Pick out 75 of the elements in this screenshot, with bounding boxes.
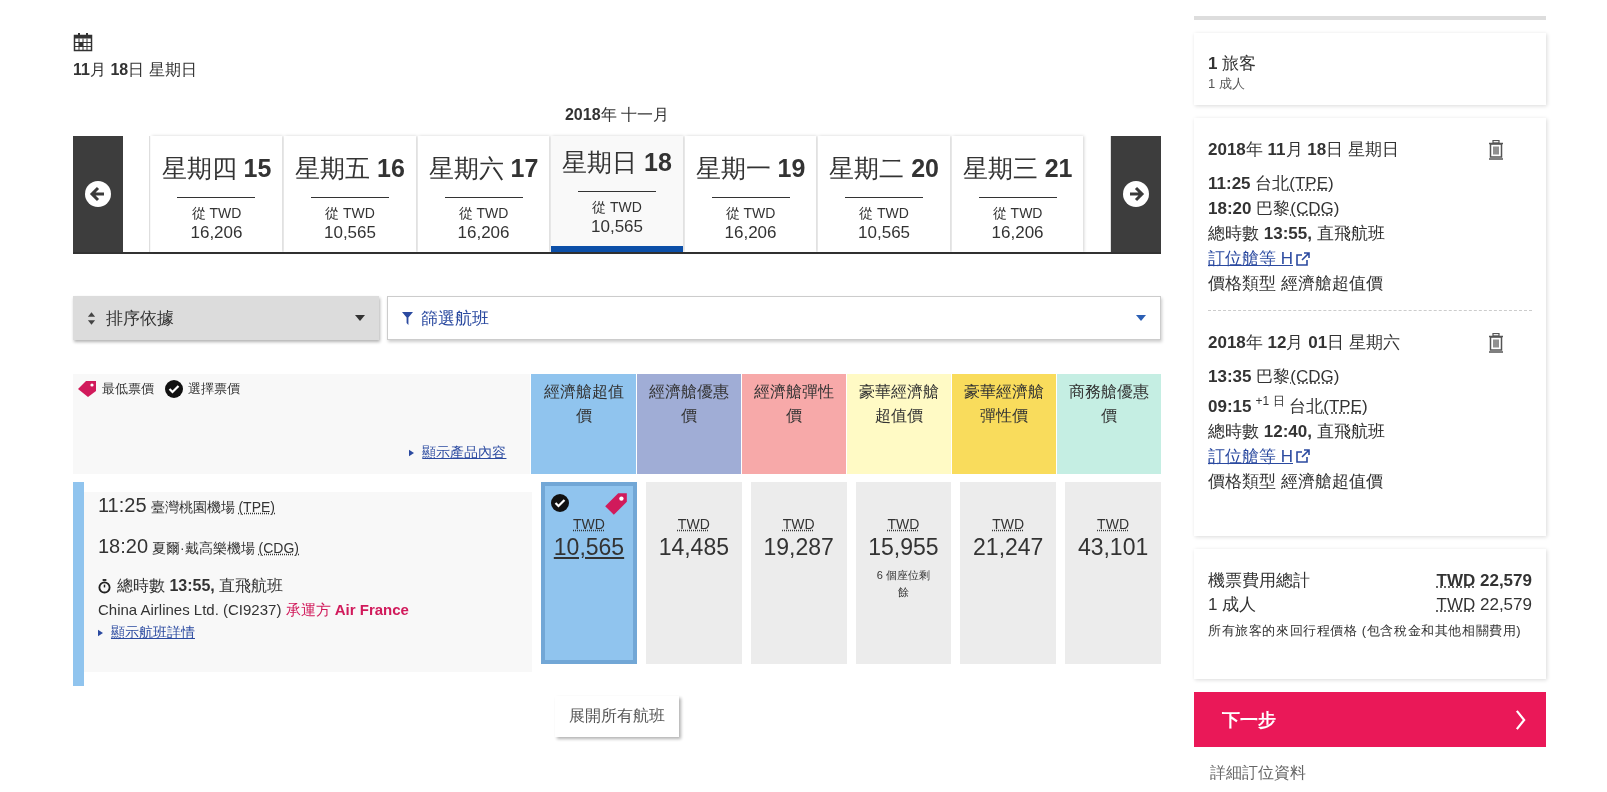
check-icon (165, 380, 183, 398)
arrival-time: 18:20 (97, 535, 149, 558)
sort-dropdown[interactable]: 排序依據 (73, 296, 379, 340)
departure-time: 11:25 (97, 494, 147, 517)
caret-icon (1136, 315, 1146, 321)
sort-icon (87, 311, 96, 325)
fare-column-header: 經濟艙彈性價 (741, 374, 846, 474)
fare-option[interactable]: TWD 15,955 6 個座位剩餘 (855, 482, 952, 664)
fare-column-header: 經濟艙優惠價 (636, 374, 741, 474)
fare-option[interactable]: TWD 43,101 (1065, 482, 1161, 664)
legend-label: 選擇票價 (188, 380, 240, 398)
fare-column-header: 豪華經濟艙彈性價 (951, 374, 1056, 474)
date-tab[interactable]: 星期二 20 從 TWD 10,565 (818, 136, 950, 252)
date-tab[interactable]: 星期四 15 從 TWD 16,206 (150, 136, 283, 252)
departure-airport: 臺灣桃園機場 (TPE) (150, 499, 275, 517)
fare-option[interactable]: TWD 10,565 (541, 482, 637, 664)
chevron-right-icon (1515, 707, 1526, 732)
booking-details-link[interactable]: 詳細訂位資料 (1194, 763, 1546, 784)
date-tab[interactable]: 星期五 16 從 TWD 10,565 (284, 136, 416, 252)
airline-name: China Airlines Ltd. (CI9237) (97, 601, 282, 618)
month-label: 2018年 十一月 (563, 105, 670, 125)
filter-dropdown[interactable]: 篩選航班 (387, 296, 1161, 340)
fare-option[interactable]: TWD 14,485 (645, 482, 742, 664)
date-tab[interactable]: 星期日 18 從 TWD 10,565 (551, 136, 683, 252)
show-product-link[interactable]: 顯示產品內容 (409, 444, 507, 462)
fare-column-header: 商務艙優惠價 (1056, 374, 1162, 474)
external-link-icon (1296, 449, 1310, 464)
fare-column-header: 豪華經濟艙超值價 (846, 374, 951, 474)
date-tab[interactable]: 星期六 17 從 TWD 16,206 (417, 136, 550, 252)
segment-date: 2018年 11月 18日 星期日 (1208, 139, 1399, 161)
selected-date: 11月 18日 星期日 (73, 60, 198, 80)
flight-details-link[interactable]: 顯示航班詳情 (97, 624, 195, 642)
previous-button[interactable] (73, 136, 123, 252)
triangle-icon (97, 629, 103, 637)
triangle-icon (409, 449, 415, 457)
flight-duration: 總時數 13:55, 直飛航班 (116, 576, 284, 596)
fare-type: 價格類型 經濟艙超值價 (1208, 470, 1384, 493)
stopwatch-icon (97, 579, 111, 594)
operated-by-label: 承運方 (285, 601, 331, 618)
booking-class-link[interactable]: 訂位艙等 H (1208, 246, 1310, 271)
passenger-detail: 1 成人 (1208, 75, 1246, 93)
fare-column-header: 經濟艙超值價 (531, 374, 636, 474)
departure-info: 13:35 巴黎(CDG) (1208, 366, 1341, 388)
filter-icon (402, 311, 413, 325)
adult-label: 1 成人 (1208, 594, 1257, 616)
next-step-button[interactable]: 下一步 (1194, 692, 1546, 747)
segment-date: 2018年 12月 01日 星期六 (1208, 332, 1400, 354)
departure-info: 11:25 台北(TPE) (1208, 173, 1335, 195)
expand-all-button[interactable]: 展開所有航班 (555, 696, 679, 737)
fare-type: 價格類型 經濟艙超值價 (1208, 273, 1384, 295)
trash-icon[interactable] (1488, 139, 1504, 160)
price-note: 所有旅客的來回行程價格 (包含稅金和其他相關費用) (1208, 622, 1523, 640)
segment-duration: 總時數 12:40, 直飛航班 (1208, 420, 1386, 443)
trash-icon[interactable] (1488, 332, 1504, 353)
date-tab[interactable]: 星期一 19 從 TWD 16,206 (684, 136, 817, 252)
next-button[interactable] (1111, 136, 1162, 252)
caret-icon (355, 315, 365, 321)
date-tab[interactable]: 星期三 21 從 TWD 16,206 (951, 136, 1084, 252)
operator-name: Air France (334, 601, 409, 618)
fare-option[interactable]: TWD 19,287 (750, 482, 847, 664)
total-amount: TWD 22,579 (1436, 570, 1532, 592)
passenger-count: 1 旅客 (1208, 53, 1258, 75)
arrival-info: 18:20 巴黎(CDG) (1208, 198, 1341, 220)
external-link-icon (1296, 251, 1310, 266)
arrival-airport: 夏爾·戴高樂機場 (CDG) (152, 540, 300, 558)
check-icon (551, 494, 570, 512)
segment-duration: 總時數 13:55, 直飛航班 (1208, 223, 1386, 245)
calendar-icon (73, 32, 93, 52)
booking-class-link[interactable]: 訂位艙等 H (1208, 443, 1310, 469)
tag-icon (77, 380, 97, 398)
total-label: 機票費用總計 (1208, 570, 1310, 592)
fare-option[interactable]: TWD 21,247 (960, 482, 1057, 664)
adult-amount: TWD 22,579 (1436, 594, 1532, 616)
legend-label: 最低票價 (102, 380, 154, 398)
arrival-info: 09:15 $^{+1 日}$ 台北(TPE) (1208, 393, 1369, 418)
